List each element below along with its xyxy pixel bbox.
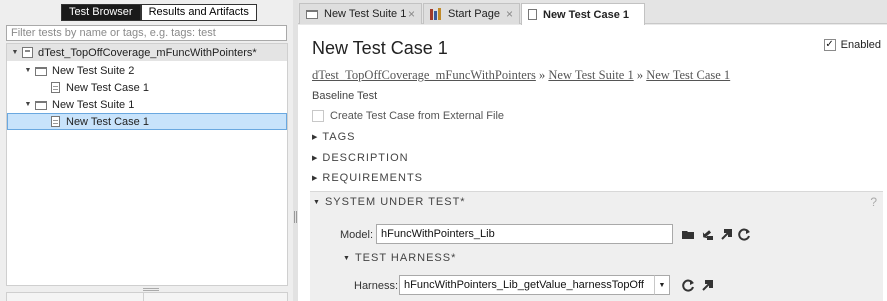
open-folder-icon[interactable]: [682, 228, 695, 241]
collapsed-arrow-icon: ▶: [312, 175, 319, 182]
document-tab-bar: New Test Suite 1 × Start Page × New Test…: [298, 0, 887, 25]
page-title: New Test Case 1: [312, 38, 448, 58]
create-from-external-checkbox[interactable]: [312, 110, 324, 122]
refresh-harness-icon[interactable]: [682, 279, 695, 292]
tab-test-browser[interactable]: Test Browser: [61, 4, 141, 21]
lower-panel: [6, 292, 288, 301]
create-from-external-option[interactable]: Create Test Case from External File: [312, 110, 504, 122]
section-label: TAGS: [322, 131, 356, 143]
divider: [143, 293, 144, 301]
section-label: SYSTEM UNDER TEST*: [324, 196, 466, 208]
navigate-to-harness-icon[interactable]: [701, 279, 714, 292]
section-label: TEST HARNESS*: [354, 252, 457, 264]
breadcrumb-link-test-file[interactable]: dTest_TopOffCoverage_mFuncWithPointers: [312, 68, 536, 82]
tree-item-label: New Test Suite 2: [52, 64, 135, 77]
import-model-icon[interactable]: [701, 228, 714, 241]
test-browser-pane: Test Browser Results and Artifacts ▼ dTe…: [0, 0, 293, 301]
tab-start-page[interactable]: Start Page ×: [423, 3, 520, 24]
folder-icon: [35, 66, 47, 76]
refresh-icon[interactable]: [738, 228, 751, 241]
section-system-under-test[interactable]: ▼ SYSTEM UNDER TEST*: [313, 196, 466, 208]
tree-item-test-case-selected[interactable]: New Test Case 1: [7, 113, 287, 130]
tab-new-test-case-1[interactable]: New Test Case 1: [521, 3, 645, 25]
breadcrumb-separator: »: [539, 68, 546, 82]
tree-item-label: New Test Case 1: [66, 115, 149, 128]
test-case-icon: [51, 82, 60, 93]
enabled-toggle[interactable]: ✓ Enabled: [823, 39, 881, 51]
section-test-harness[interactable]: ▼ TEST HARNESS*: [343, 252, 456, 264]
tree-item-test-suite[interactable]: ▼ New Test Suite 2: [7, 62, 287, 79]
expand-arrow-icon[interactable]: ▼: [24, 67, 32, 74]
expand-arrow-icon[interactable]: ▼: [24, 101, 32, 108]
breadcrumb: dTest_TopOffCoverage_mFuncWithPointers »…: [312, 68, 730, 83]
breadcrumb-link-test-case[interactable]: New Test Case 1: [646, 68, 730, 82]
dropdown-arrow-icon[interactable]: ▼: [654, 275, 670, 295]
tab-label: New Test Case 1: [543, 8, 630, 21]
tree-item-label: New Test Suite 1: [52, 98, 135, 111]
section-requirements[interactable]: ▶ REQUIREMENTS: [312, 172, 423, 184]
close-tab-icon[interactable]: ×: [506, 7, 513, 21]
folder-icon: [35, 100, 47, 110]
test-type-label: Baseline Test: [312, 90, 378, 102]
expand-arrow-icon[interactable]: ▼: [11, 49, 19, 56]
test-case-icon: [51, 116, 60, 127]
harness-label: Harness:: [354, 280, 399, 292]
help-icon[interactable]: ?: [870, 195, 877, 209]
model-label: Model:: [340, 229, 374, 241]
system-under-test-panel: ▼ SYSTEM UNDER TEST* ? Model: ▼ TEST HAR…: [310, 191, 883, 301]
filter-tests-input[interactable]: [6, 25, 287, 41]
expanded-arrow-icon: ▼: [343, 254, 351, 262]
tree-item-test-file[interactable]: ▼ dTest_TopOffCoverage_mFuncWithPointers…: [7, 44, 287, 61]
enabled-checkbox[interactable]: ✓: [823, 39, 836, 51]
tab-label: New Test Suite 1: [324, 8, 407, 20]
tree-item-test-case[interactable]: New Test Case 1: [7, 79, 287, 96]
tree-item-test-suite[interactable]: ▼ New Test Suite 1: [7, 96, 287, 113]
resize-grip-icon[interactable]: [143, 288, 159, 291]
test-case-icon: [528, 9, 537, 20]
test-case-editor: New Test Case 1 ✓ Enabled dTest_TopOffCo…: [298, 25, 887, 301]
books-icon: [430, 7, 442, 20]
collapsed-arrow-icon: ▶: [312, 134, 319, 141]
tab-results-and-artifacts[interactable]: Results and Artifacts: [140, 4, 257, 21]
model-field[interactable]: [376, 224, 673, 244]
breadcrumb-link-test-suite[interactable]: New Test Suite 1: [548, 68, 633, 82]
close-tab-icon[interactable]: ×: [408, 7, 415, 21]
navigate-to-model-icon[interactable]: [720, 228, 733, 241]
folder-icon: [306, 10, 318, 19]
enabled-label: Enabled: [840, 39, 881, 51]
breadcrumb-separator: »: [636, 68, 644, 82]
section-tags[interactable]: ▶ TAGS: [312, 131, 356, 143]
section-label: REQUIREMENTS: [322, 172, 424, 184]
expanded-arrow-icon: ▼: [313, 198, 321, 206]
create-from-external-label: Create Test Case from External File: [330, 110, 505, 122]
tab-label: Start Page: [448, 8, 500, 20]
tab-new-test-suite-1[interactable]: New Test Suite 1 ×: [299, 3, 422, 24]
collapsed-arrow-icon: ▶: [312, 155, 319, 162]
test-tree: ▼ dTest_TopOffCoverage_mFuncWithPointers…: [6, 43, 288, 286]
tree-item-label: New Test Case 1: [66, 81, 149, 94]
browser-tab-bar: Test Browser Results and Artifacts: [61, 4, 257, 21]
section-description[interactable]: ▶ DESCRIPTION: [312, 152, 409, 164]
test-file-icon: [22, 47, 33, 58]
section-label: DESCRIPTION: [322, 152, 409, 164]
harness-select[interactable]: [399, 275, 655, 295]
splitter-grip-icon[interactable]: [294, 211, 297, 223]
tree-item-label: dTest_TopOffCoverage_mFuncWithPointers*: [38, 46, 257, 59]
